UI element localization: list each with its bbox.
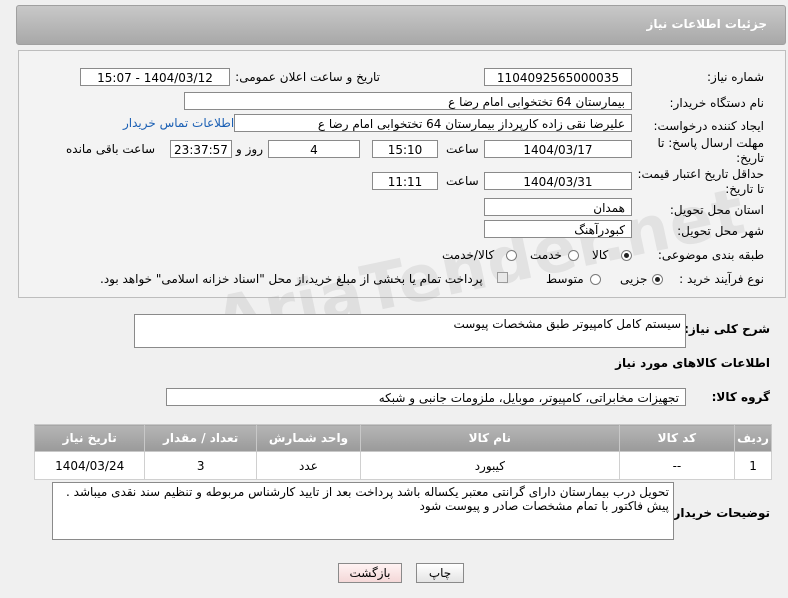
price-validity-label-2: تا تاریخ: xyxy=(725,182,764,196)
buyer-notes-textarea[interactable]: تحویل درب بیمارستان دارای گرانتی معتبر ی… xyxy=(52,482,674,540)
announce-label: تاریخ و ساعت اعلان عمومی: xyxy=(235,70,380,84)
province-field: همدان xyxy=(484,198,632,216)
goods-group-field: تجهیزات مخابراتی، کامپیوتر، موبایل، ملزو… xyxy=(166,388,686,406)
buyer-org-label: نام دستگاه خریدار: xyxy=(669,96,765,110)
remaining-time-label: ساعت باقی مانده xyxy=(66,142,156,156)
goods-group-label: گروه کالا: xyxy=(711,390,770,404)
category-option-goods: کالا xyxy=(592,248,609,262)
category-radio-goods-service[interactable] xyxy=(506,250,517,261)
category-option-service: خدمت xyxy=(530,248,562,262)
price-time-label: ساعت xyxy=(446,174,479,188)
treasury-checkbox[interactable] xyxy=(497,272,508,283)
days-field: 4 xyxy=(268,140,360,158)
city-field: کبودرآهنگ xyxy=(484,220,632,238)
goods-table-wrap: ردیف کد کالا نام کالا واحد شمارش تعداد /… xyxy=(33,424,772,480)
cell-date: 1404/03/24 xyxy=(33,451,146,480)
process-option-medium: متوسط xyxy=(546,272,584,286)
process-option-minor: جزیی xyxy=(620,272,648,286)
col-code-header: کد کالا xyxy=(618,424,736,452)
col-name-header: نام کالا xyxy=(359,424,620,452)
col-row-header: ردیف xyxy=(734,424,772,452)
days-label: روز و xyxy=(236,142,263,156)
reply-time-label: ساعت xyxy=(446,142,479,156)
category-radio-service[interactable] xyxy=(568,250,579,261)
page-title: جزئیات اطلاعات نیاز xyxy=(646,17,767,31)
cell-unit: عدد xyxy=(255,451,361,480)
buyer-contact-link[interactable]: اطلاعات تماس خریدار xyxy=(123,116,234,130)
province-label: استان محل تحویل: xyxy=(669,203,764,217)
process-radio-medium[interactable] xyxy=(590,274,601,285)
back-button[interactable]: بازگشت xyxy=(338,563,402,583)
creator-label: ایجاد کننده درخواست: xyxy=(653,119,764,133)
cell-qty: 3 xyxy=(144,451,257,480)
buyer-org-field: بیمارستان 64 تختخوابی امام رضا ع xyxy=(184,92,632,110)
cell-row: 1 xyxy=(734,451,772,480)
cell-code: -- xyxy=(618,451,736,480)
city-label: شهر محل تحویل: xyxy=(677,224,764,238)
process-radio-minor[interactable] xyxy=(652,274,663,285)
reply-deadline-label: مهلت ارسال پاسخ: تا xyxy=(657,136,764,150)
remaining-time-field: 23:37:57 xyxy=(170,140,232,158)
col-date-header: تاریخ نیاز xyxy=(33,424,146,452)
process-label: نوع فرآیند خرید : xyxy=(679,272,764,286)
category-option-goods-service: کالا/خدمت xyxy=(442,248,495,262)
creator-field: علیرضا نقی زاده کارپرداز بیمارستان 64 تخ… xyxy=(234,114,632,132)
buyer-notes-label: توضیحات خریدار: xyxy=(668,506,770,520)
goods-table: ردیف کد کالا نام کالا واحد شمارش تعداد /… xyxy=(33,424,772,480)
category-label: طبقه بندی موضوعی: xyxy=(657,248,764,262)
need-number-label: شماره نیاز: xyxy=(707,70,764,84)
col-unit-header: واحد شمارش xyxy=(255,424,361,452)
price-time-field: 11:11 xyxy=(372,172,438,190)
reply-date-field: 1404/03/17 xyxy=(484,140,632,158)
category-radio-goods[interactable] xyxy=(621,250,632,261)
print-button[interactable]: چاپ xyxy=(416,563,464,583)
description-label: شرح کلی نیاز: xyxy=(684,322,770,336)
reply-time-field: 15:10 xyxy=(372,140,438,158)
price-validity-label: حداقل تاریخ اعتبار قیمت: xyxy=(637,167,764,181)
need-number-field: 1104092565000035 xyxy=(484,68,632,86)
page-header: جزئیات اطلاعات نیاز xyxy=(16,5,786,45)
goods-section-title: اطلاعات کالاهای مورد نیاز xyxy=(615,356,770,370)
price-date-field: 1404/03/31 xyxy=(484,172,632,190)
goods-table-header: ردیف کد کالا نام کالا واحد شمارش تعداد /… xyxy=(33,424,772,452)
description-textarea[interactable]: سیستم کامل کامپیوتر طبق مشخصات پیوست xyxy=(134,314,686,348)
announce-field: 1404/03/12 - 15:07 xyxy=(80,68,230,86)
reply-deadline-label-2: تاریخ: xyxy=(736,151,764,165)
col-qty-header: تعداد / مقدار xyxy=(144,424,257,452)
payment-note: پرداخت تمام یا بخشی از مبلغ خرید،از محل … xyxy=(100,272,483,286)
cell-name: کیبورد xyxy=(359,451,620,480)
table-row: 1 -- کیبورد عدد 3 1404/03/24 xyxy=(33,451,772,480)
